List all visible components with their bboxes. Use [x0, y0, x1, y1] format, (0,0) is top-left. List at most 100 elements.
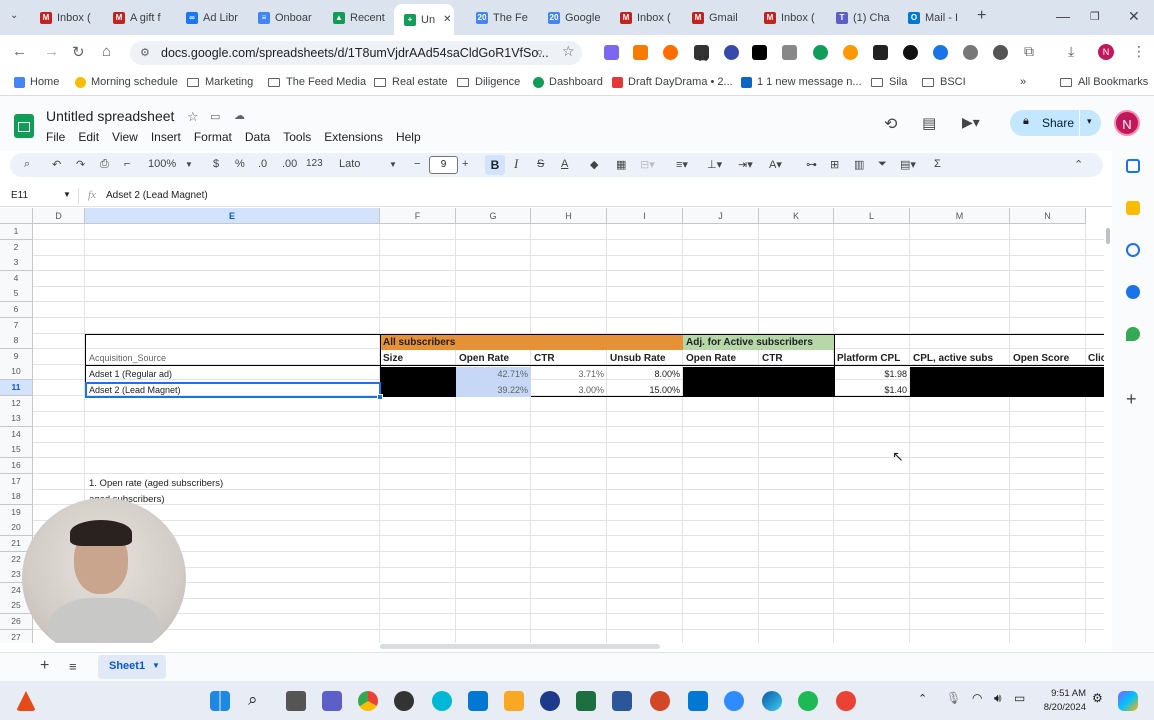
show-hidden-icons[interactable]: ⌃ — [918, 692, 927, 705]
column-header-i[interactable]: I — [607, 208, 683, 224]
formula-input[interactable]: Adset 2 (Lead Magnet) — [106, 190, 208, 201]
browser-tab[interactable]: T (1) Cha — [836, 5, 900, 31]
strikethrough-button[interactable]: S — [537, 158, 544, 170]
all-sheets-icon[interactable]: ≡ — [69, 659, 77, 674]
extension-icon[interactable] — [633, 45, 648, 60]
row-header[interactable]: 16 — [0, 458, 33, 474]
close-tab-icon[interactable]: ✕ — [443, 14, 451, 25]
windows-start-icon[interactable] — [210, 691, 230, 711]
extension-icon[interactable] — [993, 45, 1008, 60]
add-sheet-icon[interactable]: + — [40, 657, 49, 675]
browser-tab[interactable]: + Un ✕ — [394, 4, 454, 35]
row-header[interactable]: 2 — [0, 239, 33, 256]
cell-ctr-row2[interactable]: 3.00% — [531, 383, 607, 398]
italic-button[interactable]: I — [514, 156, 518, 172]
keep-icon[interactable] — [1126, 201, 1140, 215]
column-header-e[interactable]: E — [85, 208, 380, 224]
browser-tab[interactable]: M A gift f — [113, 5, 177, 31]
increase-decimal-button[interactable]: .00 — [282, 158, 297, 170]
merge-cells-icon[interactable]: ⊟▾ — [640, 158, 655, 171]
new-tab-button[interactable]: + — [977, 7, 986, 25]
cell-unsub-row2[interactable]: 15.00% — [607, 383, 683, 398]
browser-tab[interactable]: ≡ Onboar — [258, 5, 322, 31]
functions-icon[interactable]: Σ — [934, 158, 941, 170]
hide-menus-icon[interactable]: ⌃ — [1074, 158, 1083, 171]
column-header-d[interactable]: D — [33, 208, 85, 224]
browser-tab[interactable]: ∞ Ad Libr — [186, 5, 250, 31]
print-icon[interactable]: ⎙ — [100, 158, 109, 171]
extension-icon[interactable] — [782, 45, 797, 60]
insert-link-icon[interactable]: ⊶ — [806, 158, 817, 171]
extension-icon[interactable] — [604, 45, 619, 60]
browser-tab[interactable]: 20 Google — [548, 5, 612, 31]
extension-icon[interactable] — [813, 45, 828, 60]
header-open-score[interactable]: Open Score — [1010, 351, 1086, 366]
menu-view[interactable]: View — [112, 130, 138, 144]
row-header[interactable]: 10 — [0, 364, 33, 381]
browser-tab[interactable]: O Mail - I — [908, 5, 972, 31]
column-header-h[interactable]: H — [531, 208, 607, 224]
currency-format-button[interactable]: $ — [213, 158, 219, 170]
app-logo-icon[interactable] — [16, 691, 36, 711]
menu-edit[interactable]: Edit — [78, 130, 99, 144]
cell-unsub-row1[interactable]: 8.00% — [607, 367, 683, 382]
bold-button[interactable]: B — [485, 155, 505, 175]
cell-source-row2[interactable]: Adset 2 (Lead Magnet) — [86, 383, 376, 398]
clock-date[interactable]: 8/20/2024 — [1030, 702, 1086, 713]
menu-data[interactable]: Data — [245, 130, 270, 144]
home-icon[interactable]: ⌂ — [102, 43, 111, 60]
bookmark-morning-schedule[interactable]: Morning schedule — [75, 76, 178, 88]
bookmark-draft-daydrama[interactable]: Draft DayDrama • 2... — [612, 76, 733, 88]
version-history-icon[interactable]: ⟲ — [884, 114, 897, 134]
search-menus-icon[interactable]: ⌕ — [24, 158, 30, 171]
horizontal-scroll-thumb[interactable] — [380, 644, 660, 649]
row-header[interactable]: 12 — [0, 395, 33, 412]
menu-extensions[interactable]: Extensions — [324, 130, 383, 144]
site-info-icon[interactable]: ⚙ — [140, 41, 150, 65]
text-color-button[interactable]: A — [561, 158, 568, 170]
sheet-tab-dropdown-icon[interactable]: ▼ — [152, 661, 160, 670]
close-window-icon[interactable]: ✕ — [1128, 8, 1140, 25]
store-icon[interactable] — [468, 691, 488, 711]
browser-tab[interactable]: M Gmail — [692, 5, 756, 31]
header-ctr[interactable]: CTR — [531, 351, 607, 366]
extension-icon[interactable] — [873, 45, 888, 60]
row-header[interactable]: 18 — [0, 489, 33, 506]
task-view-icon[interactable] — [286, 691, 306, 711]
reload-icon[interactable]: ↻ — [72, 43, 85, 61]
decrease-decimal-button[interactable]: .0 — [258, 158, 267, 170]
excel-icon[interactable] — [576, 691, 596, 711]
bookmark-sila[interactable]: Sila — [871, 76, 907, 88]
restore-icon[interactable]: ❐ — [1090, 10, 1100, 23]
calendar-icon[interactable] — [1126, 159, 1140, 173]
meet-icon[interactable]: ▶▾ — [962, 114, 980, 131]
row-header[interactable]: 4 — [0, 270, 33, 287]
text-wrapping-icon[interactable]: ⇥▾ — [738, 158, 753, 171]
bookmark-dashboard[interactable]: Dashboard — [533, 76, 603, 88]
spotify-icon[interactable] — [798, 691, 818, 711]
header-size[interactable]: Size — [380, 351, 456, 366]
decrease-font-size-icon[interactable]: − — [414, 158, 420, 170]
row-header[interactable]: 1 — [0, 224, 33, 240]
minimize-icon[interactable]: — — [1056, 8, 1070, 24]
tab-search-icon[interactable]: ⌄ — [10, 10, 18, 21]
filter-views-icon[interactable]: ▤▾ — [900, 158, 916, 171]
forward-icon[interactable]: → — [44, 43, 59, 60]
vpn-icon[interactable] — [540, 691, 560, 711]
header-adj-open-rate[interactable]: Open Rate — [683, 351, 759, 366]
browser-menu-icon[interactable]: ⋮ — [1132, 43, 1146, 60]
menu-tools[interactable]: Tools — [283, 130, 311, 144]
extension-icon[interactable] — [933, 45, 948, 60]
header-platform-cpl[interactable]: Platform CPL — [834, 351, 910, 366]
more-formats-button[interactable]: 123 — [306, 158, 323, 169]
zoom-icon[interactable] — [724, 691, 744, 711]
bookmark-marketing[interactable]: Marketing — [187, 76, 253, 88]
sheet-tab-sheet1[interactable]: Sheet1 ▼ — [98, 655, 166, 679]
browser-tab[interactable]: M Inbox ( — [620, 5, 684, 31]
row-header[interactable]: 20 — [0, 520, 33, 537]
powerpoint-icon[interactable] — [650, 691, 670, 711]
more-bookmarks-icon[interactable]: » — [1020, 76, 1026, 88]
row-header[interactable]: 3 — [0, 255, 33, 272]
row-header[interactable]: 14 — [0, 426, 33, 443]
back-icon[interactable]: ← — [12, 43, 27, 60]
